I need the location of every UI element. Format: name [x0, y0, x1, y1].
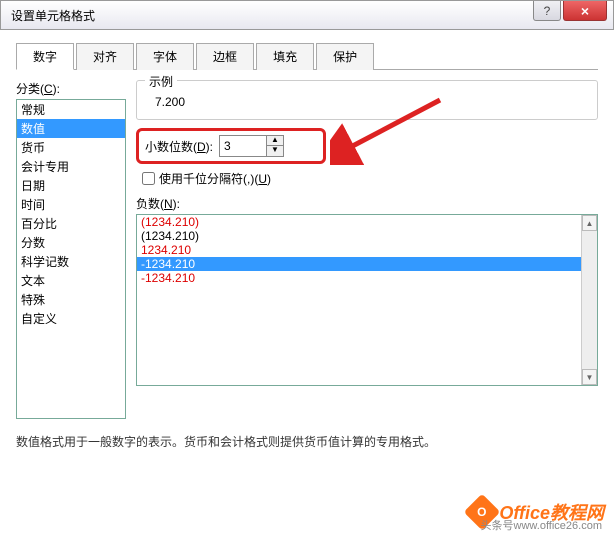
category-item[interactable]: 分数: [17, 233, 125, 252]
category-item[interactable]: 日期: [17, 176, 125, 195]
category-item[interactable]: 时间: [17, 195, 125, 214]
category-item[interactable]: 数值: [17, 119, 125, 138]
scroll-up-icon[interactable]: ▲: [582, 215, 597, 231]
negative-item[interactable]: -1234.210: [137, 257, 597, 271]
thousands-row: 使用千位分隔符(,)(U): [136, 170, 598, 187]
tab-alignment[interactable]: 对齐: [76, 43, 134, 70]
category-label: 分类(C):: [16, 80, 126, 97]
scroll-down-icon[interactable]: ▼: [582, 369, 597, 385]
settings-column: 示例 7.200 小数位数(D): ▲ ▼ 使用千位分隔符(,)(U) 负数(N…: [136, 80, 598, 419]
decimal-places-row: 小数位数(D): ▲ ▼: [136, 128, 326, 164]
category-item[interactable]: 特殊: [17, 290, 125, 309]
close-button[interactable]: ×: [563, 1, 607, 21]
negative-item[interactable]: 1234.210: [137, 243, 597, 257]
tab-font[interactable]: 字体: [136, 43, 194, 70]
category-item[interactable]: 百分比: [17, 214, 125, 233]
example-value: 7.200: [147, 95, 587, 109]
negative-item[interactable]: -1234.210: [137, 271, 597, 285]
category-item[interactable]: 科学记数: [17, 252, 125, 271]
tab-number[interactable]: 数字: [16, 43, 74, 70]
decimal-spinner[interactable]: ▲ ▼: [219, 135, 284, 157]
negative-label: 负数(N):: [136, 195, 598, 212]
thousands-checkbox[interactable]: [142, 172, 155, 185]
negative-item[interactable]: (1234.210): [137, 229, 597, 243]
spinner-down-icon[interactable]: ▼: [267, 146, 283, 156]
dialog-body: 数字 对齐 字体 边框 填充 保护 分类(C): 常规 数值 货币 会计专用 日…: [0, 30, 614, 462]
tab-fill[interactable]: 填充: [256, 43, 314, 70]
scrollbar[interactable]: ▲ ▼: [581, 215, 597, 385]
watermark-subtext: 头条号www.office26.com: [481, 517, 602, 533]
tab-border[interactable]: 边框: [196, 43, 254, 70]
negative-item[interactable]: (1234.210): [137, 215, 597, 229]
negative-list[interactable]: (1234.210) (1234.210) 1234.210 -1234.210…: [136, 214, 598, 386]
title-controls: ? ×: [533, 1, 607, 21]
example-group: 示例 7.200: [136, 80, 598, 120]
window-title: 设置单元格格式: [11, 7, 613, 24]
category-item[interactable]: 文本: [17, 271, 125, 290]
thousands-label: 使用千位分隔符(,)(U): [159, 170, 271, 187]
category-item[interactable]: 自定义: [17, 309, 125, 328]
format-description: 数值格式用于一般数字的表示。货币和会计格式则提供货币值计算的专用格式。: [16, 433, 598, 450]
content-area: 分类(C): 常规 数值 货币 会计专用 日期 时间 百分比 分数 科学记数 文…: [16, 70, 598, 419]
tab-protection[interactable]: 保护: [316, 43, 374, 70]
decimal-input[interactable]: [220, 136, 266, 156]
spinner-buttons: ▲ ▼: [266, 136, 283, 156]
category-list[interactable]: 常规 数值 货币 会计专用 日期 时间 百分比 分数 科学记数 文本 特殊 自定…: [16, 99, 126, 419]
example-label: 示例: [145, 73, 177, 90]
titlebar: 设置单元格格式 ? ×: [0, 0, 614, 30]
category-item[interactable]: 货币: [17, 138, 125, 157]
help-button[interactable]: ?: [533, 1, 561, 21]
category-column: 分类(C): 常规 数值 货币 会计专用 日期 时间 百分比 分数 科学记数 文…: [16, 80, 126, 419]
category-item[interactable]: 会计专用: [17, 157, 125, 176]
tab-strip: 数字 对齐 字体 边框 填充 保护: [16, 42, 598, 70]
category-item[interactable]: 常规: [17, 100, 125, 119]
decimal-label: 小数位数(D):: [145, 138, 213, 155]
